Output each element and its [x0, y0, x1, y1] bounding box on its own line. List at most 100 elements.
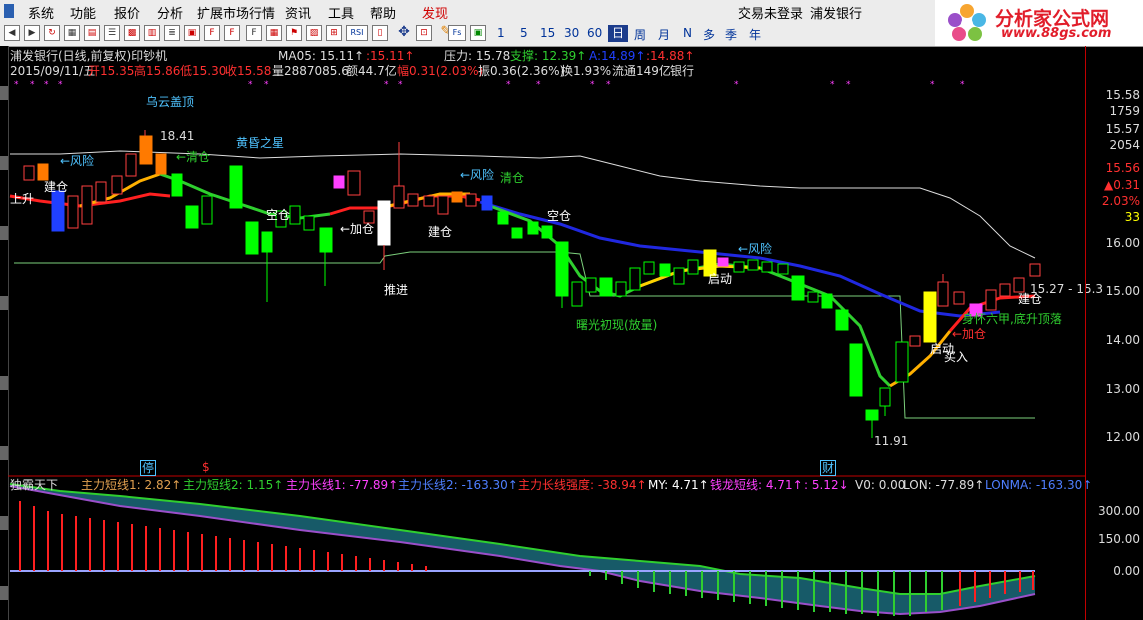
period-15m[interactable]: 15 — [540, 26, 555, 40]
indicator-line4: 主力长线2: -163.30↑ — [398, 478, 518, 492]
candle-icon[interactable]: ⊞ — [326, 25, 342, 41]
menu-discover[interactable]: 发现 — [422, 3, 448, 22]
svg-text:*: * — [536, 80, 541, 90]
stock-name: 浦发银行 — [810, 7, 863, 22]
indicator-name: 独霸天下 — [10, 478, 59, 492]
svg-text:*: * — [830, 80, 835, 90]
indicator-v0: V0: 0.00 — [855, 478, 906, 492]
menu-function[interactable]: 功能 — [70, 3, 96, 22]
forward-icon[interactable]: ▶ — [24, 25, 40, 41]
label-jiancang-1: 建仓 — [44, 180, 69, 194]
ind-tick-150: 150.00 — [1098, 532, 1140, 546]
info-open: 开15.35 — [88, 64, 135, 78]
app-icon[interactable] — [4, 4, 14, 18]
period-week[interactable]: 周 — [634, 26, 646, 43]
label-jiacang-1: ←加仓 — [340, 222, 375, 236]
period-year[interactable]: 年 — [749, 26, 761, 43]
axis-top-5: ▲0.31 — [1104, 178, 1140, 192]
axis-tick-15: 15.00 — [1105, 284, 1140, 298]
move-icon[interactable]: ✥ — [396, 25, 412, 41]
label-shuguang: 曙光初现(放量) — [576, 318, 658, 332]
label-kongcang-1: 空仓 — [266, 208, 291, 222]
label-huanghun: 黄昏之星 — [236, 136, 285, 150]
label-shenhuai: 身怀六甲,底升顶落 — [962, 312, 1062, 326]
svg-text:*: * — [30, 80, 35, 90]
menu-analysis[interactable]: 分析 — [157, 3, 183, 22]
fs-icon[interactable]: Fs — [448, 25, 466, 41]
ma05-label: MA05: 15.11↑ — [278, 49, 365, 63]
period-day[interactable]: 日 — [608, 25, 629, 42]
f2-icon[interactable]: F — [224, 25, 240, 41]
doc-icon[interactable]: ▣ — [184, 25, 200, 41]
svg-text:*: * — [44, 80, 49, 90]
menu-news[interactable]: 资讯 — [285, 3, 311, 22]
matrix-icon[interactable]: ▩ — [124, 25, 140, 41]
rsi-icon[interactable]: RSI — [346, 25, 368, 41]
period-season[interactable]: 季 — [725, 26, 737, 43]
axis-tick-12: 12.00 — [1105, 430, 1140, 444]
svg-text:*: * — [384, 80, 389, 90]
pic-icon[interactable]: ▣ — [470, 25, 486, 41]
period-5m[interactable]: 5 — [520, 26, 528, 40]
menu-system[interactable]: 系统 — [28, 3, 54, 22]
indicator-line5: 主力长线强度: -38.94↑ — [518, 478, 647, 492]
axis-tick-13: 13.00 — [1105, 382, 1140, 396]
back-icon[interactable]: ◀ — [4, 25, 20, 41]
label-shangsheng: 上升 — [10, 192, 35, 206]
menu-extended-market[interactable]: 扩展市场行情 — [197, 3, 275, 22]
label-high-price: 18.41 — [160, 129, 195, 143]
info-close: 收15.58 — [225, 64, 272, 78]
svg-text:*: * — [606, 80, 611, 90]
info-high: 高15.86 — [134, 64, 181, 78]
info-turnover: 换1.93% — [561, 64, 612, 78]
svg-text:*: * — [58, 80, 63, 90]
svg-text:*: * — [846, 80, 851, 90]
table-icon[interactable]: ▦ — [64, 25, 80, 41]
label-jiacang-2: ←加仓 — [952, 327, 987, 341]
report-icon[interactable]: ≣ — [164, 25, 180, 41]
indicator-line3: 主力长线1: -77.89↑ — [286, 478, 399, 492]
svg-text:*: * — [398, 80, 403, 90]
ind-tick-0: 0.00 — [1113, 564, 1140, 578]
grid-icon[interactable]: ▤ — [84, 25, 100, 41]
menu-quote[interactable]: 报价 — [114, 3, 140, 22]
period-multi[interactable]: 多 — [703, 26, 715, 43]
login-status[interactable]: 交易未登录 — [738, 3, 803, 22]
refresh-icon[interactable]: ↻ — [44, 25, 60, 41]
f10-icon[interactable]: F — [204, 25, 220, 41]
period-60m[interactable]: 60 — [587, 26, 602, 40]
bar-icon[interactable]: ▯ — [372, 25, 388, 41]
f3-icon[interactable]: F — [246, 25, 262, 41]
menu-tools[interactable]: 工具 — [328, 3, 354, 22]
svg-text:*: * — [960, 80, 965, 90]
price-axis: 15.58 1759 15.57 2054 15.56 ▲0.31 2.03% … — [1085, 46, 1143, 620]
label-risk-3: ←风险 — [738, 242, 773, 256]
ff-icon[interactable]: ▦ — [266, 25, 282, 41]
label-low-price: 11.91 — [874, 434, 909, 448]
axis-top-1: 1759 — [1109, 104, 1140, 118]
flag-icon[interactable]: ⚑ — [286, 25, 302, 41]
info-change: 幅0.31(2.03%) — [397, 64, 484, 78]
menu-help[interactable]: 帮助 — [370, 3, 396, 22]
period-30m[interactable]: 30 — [564, 26, 579, 40]
label-tuijin: 推进 — [384, 283, 409, 297]
info-amount: 额44.7亿 — [346, 64, 397, 78]
indicator-line1: 主力短线1: 2.82↑ — [81, 478, 182, 492]
axis-top-7: 33 — [1124, 210, 1140, 224]
label-qidong-1: 启动 — [708, 272, 733, 286]
axis-top-6: 2.03% — [1101, 194, 1140, 208]
info-float: 流通149亿 — [612, 64, 671, 78]
logo-url: www.88gs.com — [1001, 26, 1112, 41]
info-date: 2015/09/11/五 — [10, 64, 96, 78]
zoom-icon[interactable]: ⊡ — [416, 25, 432, 41]
period-n[interactable]: N — [683, 26, 692, 40]
label-jiancang-2: 建仓 — [428, 225, 453, 239]
indicator-my: MY: 4.71↑ — [648, 478, 709, 492]
svg-text:*: * — [506, 80, 511, 90]
chart-icon[interactable]: ▨ — [306, 25, 322, 41]
period-month[interactable]: 月 — [658, 26, 670, 43]
period-1m[interactable]: 1 — [497, 26, 505, 40]
calc-icon[interactable]: ▥ — [144, 25, 160, 41]
ma-red-value: :15.11↑ — [366, 49, 415, 63]
list-icon[interactable]: ☰ — [104, 25, 120, 41]
